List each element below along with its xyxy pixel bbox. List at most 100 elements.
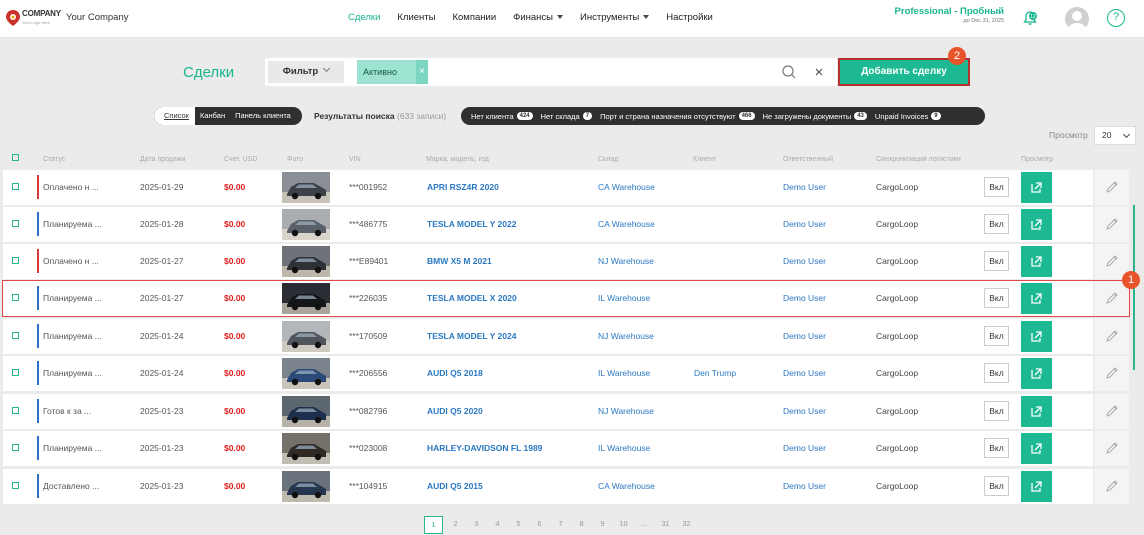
page-link[interactable]: 31 <box>655 516 676 534</box>
row-checkbox[interactable] <box>12 369 19 376</box>
nav-item-5[interactable]: Настройки <box>666 12 713 23</box>
warehouse-link[interactable]: NJ Warehouse <box>598 406 654 416</box>
row-checkbox[interactable] <box>12 482 19 489</box>
open-deal-button[interactable] <box>1021 321 1052 352</box>
edit-button[interactable] <box>1093 170 1129 205</box>
column-header[interactable]: Марка, модель, год <box>426 156 489 163</box>
page-link[interactable]: 1 <box>424 516 443 534</box>
filter-chip[interactable]: Unpaid Invoices 9 <box>875 112 941 121</box>
open-deal-button[interactable] <box>1021 471 1052 502</box>
column-header[interactable]: Клиент <box>693 156 716 163</box>
vehicle-model-link[interactable]: AUDI Q5 2020 <box>427 406 483 416</box>
filter-chip[interactable]: Нет клиента 424 <box>471 112 533 121</box>
column-header[interactable]: Склад <box>598 156 618 163</box>
warehouse-link[interactable]: IL Warehouse <box>598 368 650 378</box>
toggle-on-button[interactable]: Вкл <box>984 363 1009 383</box>
filter-chip[interactable]: Нет склада 7 <box>541 112 593 121</box>
vehicle-model-link[interactable]: HARLEY-DAVIDSON FL 1989 <box>427 443 542 453</box>
toggle-on-button[interactable]: Вкл <box>984 251 1009 271</box>
vehicle-model-link[interactable]: TESLA MODEL Y 2024 <box>427 331 516 341</box>
bell-icon[interactable]: 12 <box>1022 10 1038 26</box>
close-icon[interactable] <box>813 66 825 78</box>
nav-item-3[interactable]: Финансы <box>513 12 564 23</box>
table-row[interactable]: Планируема ... 2025-01-23 $0.00 ***023008 HA… <box>3 431 1129 466</box>
view-tab-2[interactable]: Панель клиента <box>230 107 296 125</box>
open-deal-button[interactable] <box>1021 396 1052 427</box>
plan-info[interactable]: Professional - Пробный до Dec 31, 2025 <box>895 6 1004 24</box>
vehicle-photo[interactable] <box>282 172 330 203</box>
page-link[interactable]: 5 <box>508 516 529 534</box>
row-checkbox[interactable] <box>12 183 19 190</box>
nav-item-2[interactable]: Компании <box>452 12 496 23</box>
search-icon[interactable] <box>782 65 796 79</box>
view-tab-1[interactable]: Канбан <box>195 107 230 125</box>
filter-chip[interactable]: Порт и страна назначения отсутствуют 466 <box>600 112 755 121</box>
vehicle-model-link[interactable]: TESLA MODEL X 2020 <box>427 293 517 303</box>
vehicle-model-link[interactable]: APRI RSZ4R 2020 <box>427 182 499 192</box>
user-avatar[interactable] <box>1065 7 1089 31</box>
responsible-user-link[interactable]: Demo User <box>783 256 826 266</box>
toggle-on-button[interactable]: Вкл <box>984 177 1009 197</box>
edit-button[interactable] <box>1093 431 1129 466</box>
warehouse-link[interactable]: NJ Warehouse <box>598 256 654 266</box>
vehicle-photo[interactable] <box>282 433 330 464</box>
edit-button[interactable] <box>1093 469 1129 504</box>
toggle-on-button[interactable]: Вкл <box>984 438 1009 458</box>
vehicle-photo[interactable] <box>282 283 330 314</box>
vehicle-model-link[interactable]: BMW X5 M 2021 <box>427 256 492 266</box>
edit-button[interactable] <box>1093 319 1129 354</box>
page-link[interactable]: 4 <box>487 516 508 534</box>
vehicle-photo[interactable] <box>282 209 330 240</box>
row-checkbox[interactable] <box>12 444 19 451</box>
column-header[interactable]: Ответственный <box>783 156 833 163</box>
responsible-user-link[interactable]: Demo User <box>783 481 826 491</box>
table-row[interactable]: Планируема ... 2025-01-28 $0.00 ***486775 TE… <box>3 207 1129 242</box>
warehouse-link[interactable]: CA Warehouse <box>598 481 655 491</box>
page-link[interactable]: 7 <box>550 516 571 534</box>
open-deal-button[interactable] <box>1021 172 1052 203</box>
column-header[interactable]: Статус <box>43 156 65 163</box>
column-header[interactable]: Дата продажи <box>140 156 185 163</box>
filter-button[interactable]: Фильтр <box>268 61 344 83</box>
page-link[interactable]: 3 <box>466 516 487 534</box>
column-header[interactable]: Фото <box>287 156 303 163</box>
page-link[interactable]: 6 <box>529 516 550 534</box>
table-row[interactable]: Планируема ... 2025-01-24 $0.00 ***206556 AU… <box>3 356 1129 391</box>
responsible-user-link[interactable]: Demo User <box>783 443 826 453</box>
vehicle-model-link[interactable]: AUDI Q5 2015 <box>427 481 483 491</box>
row-checkbox[interactable] <box>12 257 19 264</box>
nav-item-4[interactable]: Инструменты <box>580 12 650 23</box>
row-checkbox[interactable] <box>12 294 19 301</box>
responsible-user-link[interactable]: Demo User <box>783 182 826 192</box>
responsible-user-link[interactable]: Demo User <box>783 368 826 378</box>
warehouse-link[interactable]: IL Warehouse <box>598 443 650 453</box>
nav-item-1[interactable]: Клиенты <box>397 12 435 23</box>
column-header[interactable]: VIN <box>349 156 361 163</box>
table-row[interactable]: Готов к за ... 2025-01-23 $0.00 ***082796 AU… <box>3 394 1129 429</box>
warehouse-link[interactable]: IL Warehouse <box>598 293 650 303</box>
column-header[interactable]: Просмотр <box>1021 156 1053 163</box>
edit-button[interactable] <box>1093 356 1129 391</box>
responsible-user-link[interactable]: Demo User <box>783 219 826 229</box>
table-row[interactable]: Оплачено н ... 2025-01-27 $0.00 ***E89401 BM… <box>3 244 1129 279</box>
vehicle-model-link[interactable]: AUDI Q5 2018 <box>427 368 483 378</box>
vehicle-photo[interactable] <box>282 321 330 352</box>
vehicle-model-link[interactable]: TESLA MODEL Y 2022 <box>427 219 516 229</box>
help-button[interactable]: ? <box>1107 9 1125 27</box>
select-all-checkbox[interactable] <box>12 154 19 161</box>
page-link[interactable]: 2 <box>445 516 466 534</box>
responsible-user-link[interactable]: Demo User <box>783 331 826 341</box>
table-row[interactable]: Планируема ... 2025-01-24 $0.00 ***170509 TE… <box>3 319 1129 354</box>
toggle-on-button[interactable]: Вкл <box>984 214 1009 234</box>
responsible-user-link[interactable]: Demo User <box>783 406 826 416</box>
responsible-user-link[interactable]: Demo User <box>783 293 826 303</box>
warehouse-link[interactable]: CA Warehouse <box>598 182 655 192</box>
table-row[interactable]: Оплачено н ... 2025-01-29 $0.00 ***001952 AP… <box>3 170 1129 205</box>
page-link[interactable]: 32 <box>676 516 697 534</box>
open-deal-button[interactable] <box>1021 246 1052 277</box>
page-link[interactable]: 9 <box>592 516 613 534</box>
column-header[interactable]: Синхронизация логистики <box>876 156 961 163</box>
table-row[interactable]: Доставлено ... 2025-01-23 $0.00 ***104915 AU… <box>3 469 1129 504</box>
remove-tag-icon[interactable]: × <box>416 60 428 84</box>
vehicle-photo[interactable] <box>282 358 330 389</box>
